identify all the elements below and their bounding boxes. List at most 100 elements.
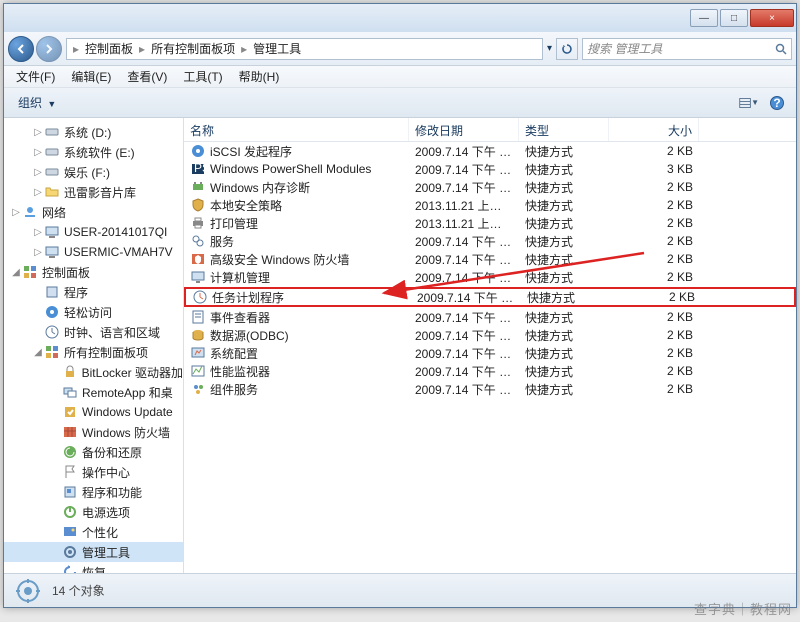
table-row[interactable]: PSWindows PowerShell Modules2009.7.14 下午… [184,160,796,178]
tree-twisty-icon[interactable]: ▷ [32,147,44,158]
table-row[interactable]: 本地安全策略2013.11.21 上午 ...快捷方式2 KB [184,196,796,214]
col-size[interactable]: 大小 [609,118,699,141]
sidebar-item[interactable]: ▷系统 (D:) [4,122,183,142]
sidebar-item[interactable]: 程序和功能 [4,482,183,502]
table-row[interactable]: 组件服务2009.7.14 下午 1...快捷方式2 KB [184,380,796,398]
sidebar-item[interactable]: 时钟、语言和区域 [4,322,183,342]
svg-text:?: ? [773,96,780,110]
file-size: 2 KB [609,382,699,396]
col-type[interactable]: 类型 [519,118,609,141]
crumb-cpanel[interactable]: 控制面板 [81,40,137,57]
sidebar-item[interactable]: 电源选项 [4,502,183,522]
table-row[interactable]: iSCSI 发起程序2009.7.14 下午 1...快捷方式2 KB [184,142,796,160]
iscsi-icon [190,143,206,159]
tree-twisty-icon[interactable]: ▷ [32,127,44,138]
chevron-right-icon: ▸ [239,42,249,56]
table-row[interactable]: 服务2009.7.14 下午 1...快捷方式2 KB [184,232,796,250]
explorer-window: — □ × ▸ 控制面板 ▸ 所有控制面板项 ▸ 管理工具 ▾ 搜索 管理工具 [3,3,797,608]
bitlocker-icon [62,364,78,380]
crumb-admin[interactable]: 管理工具 [249,40,305,57]
crumb-allitems[interactable]: 所有控制面板项 [147,40,239,57]
tree-twisty-icon[interactable]: ▷ [32,227,44,238]
sidebar-item[interactable]: 管理工具 [4,542,183,562]
maximize-button[interactable]: □ [720,9,748,27]
sidebar-item[interactable]: BitLocker 驱动器加 [4,362,183,382]
menu-file[interactable]: 文件(F) [8,66,63,87]
file-date: 2013.11.21 上午 ... [409,197,519,214]
breadcrumb[interactable]: ▸ 控制面板 ▸ 所有控制面板项 ▸ 管理工具 [66,38,543,60]
ps-icon: PS [190,161,206,177]
file-date: 2009.7.14 下午 1... [409,143,519,160]
col-name[interactable]: 名称 [184,118,409,141]
tree-twisty-icon[interactable]: ◢ [10,267,22,278]
cpanel-icon [44,344,60,360]
menu-view[interactable]: 查看(V) [119,66,175,87]
file-type: 快捷方式 [519,345,609,362]
table-row[interactable]: 打印管理2013.11.21 上午 ...快捷方式2 KB [184,214,796,232]
tree-twisty-icon[interactable]: ▷ [10,207,22,218]
sidebar-item[interactable]: ▷USERMIC-VMAH7V [4,242,183,262]
file-name: 打印管理 [210,215,258,232]
table-row[interactable]: 任务计划程序2009.7.14 下午 1...快捷方式2 KB [184,287,796,307]
table-row[interactable]: 计算机管理2009.7.14 下午 1...快捷方式2 KB [184,268,796,286]
file-date: 2009.7.14 下午 1... [411,289,521,306]
menu-tools[interactable]: 工具(T) [175,66,230,87]
admin-icon [62,544,78,560]
tree-twisty-icon[interactable]: ▷ [32,247,44,258]
view-options-button[interactable]: ▼ [738,93,760,113]
sidebar-item[interactable]: ▷迅雷影音片库 [4,182,183,202]
sidebar-item[interactable]: 程序 [4,282,183,302]
sidebar[interactable]: ▷系统 (D:)▷系统软件 (E:)▷娱乐 (F:)▷迅雷影音片库▷网络▷USE… [4,118,184,573]
odbc-icon [190,327,206,343]
comsvc-icon [190,381,206,397]
forward-button[interactable] [36,36,62,62]
table-row[interactable]: 系统配置2009.7.14 下午 1...快捷方式2 KB [184,344,796,362]
sidebar-item[interactable]: ▷网络 [4,202,183,222]
help-icon[interactable]: ? [766,93,788,113]
drive-icon [44,144,60,160]
table-row[interactable]: 性能监视器2009.7.14 下午 1...快捷方式2 KB [184,362,796,380]
close-button[interactable]: × [750,9,794,27]
table-row[interactable]: Windows 内存诊断2009.7.14 下午 1...快捷方式2 KB [184,178,796,196]
sidebar-item[interactable]: Windows 防火墙 [4,422,183,442]
file-name: 组件服务 [210,381,258,398]
tree-twisty-icon[interactable]: ▷ [32,167,44,178]
tree-twisty-icon[interactable]: ◢ [32,347,44,358]
msconfig-icon [190,345,206,361]
organize-button[interactable]: 组织 ▼ [12,92,62,113]
table-row[interactable]: 数据源(ODBC)2009.7.14 下午 1...快捷方式2 KB [184,326,796,344]
sidebar-item[interactable]: 备份和还原 [4,442,183,462]
file-date: 2009.7.14 下午 1... [409,161,519,178]
sidebar-item[interactable]: 轻松访问 [4,302,183,322]
sidebar-item[interactable]: ▷USER-20141017QI [4,222,183,242]
sidebar-item[interactable]: 个性化 [4,522,183,542]
search-input[interactable]: 搜索 管理工具 [582,38,792,60]
refresh-button[interactable] [556,38,578,60]
table-row[interactable]: 事件查看器2009.7.14 下午 1...快捷方式2 KB [184,308,796,326]
menu-help[interactable]: 帮助(H) [231,66,288,87]
sidebar-item[interactable]: 恢复 [4,562,183,573]
tree-twisty-icon[interactable]: ▷ [32,187,44,198]
sidebar-item[interactable]: ◢所有控制面板项 [4,342,183,362]
sidebar-item[interactable]: ◢控制面板 [4,262,183,282]
file-size: 2 KB [609,144,699,158]
programs-icon [44,284,60,300]
update-icon [62,404,78,420]
sidebar-item[interactable]: 操作中心 [4,462,183,482]
sidebar-item[interactable]: Windows Update [4,402,183,422]
sidebar-item-label: 电源选项 [82,504,130,521]
chevron-down-icon: ▼ [47,99,56,109]
file-date: 2009.7.14 下午 1... [409,269,519,286]
sidebar-item[interactable]: ▷娱乐 (F:) [4,162,183,182]
sidebar-item[interactable]: RemoteApp 和桌 [4,382,183,402]
table-row[interactable]: 高级安全 Windows 防火墙2009.7.14 下午 1...快捷方式2 K… [184,250,796,268]
file-name: Windows 内存诊断 [210,179,310,196]
back-button[interactable] [8,36,34,62]
col-date[interactable]: 修改日期 [409,118,519,141]
list-body[interactable]: iSCSI 发起程序2009.7.14 下午 1...快捷方式2 KBPSWin… [184,142,796,573]
menu-edit[interactable]: 编辑(E) [63,66,119,87]
sidebar-item[interactable]: ▷系统软件 (E:) [4,142,183,162]
file-type: 快捷方式 [519,161,609,178]
minimize-button[interactable]: — [690,9,718,27]
breadcrumb-dropdown-icon[interactable]: ▾ [547,43,552,54]
